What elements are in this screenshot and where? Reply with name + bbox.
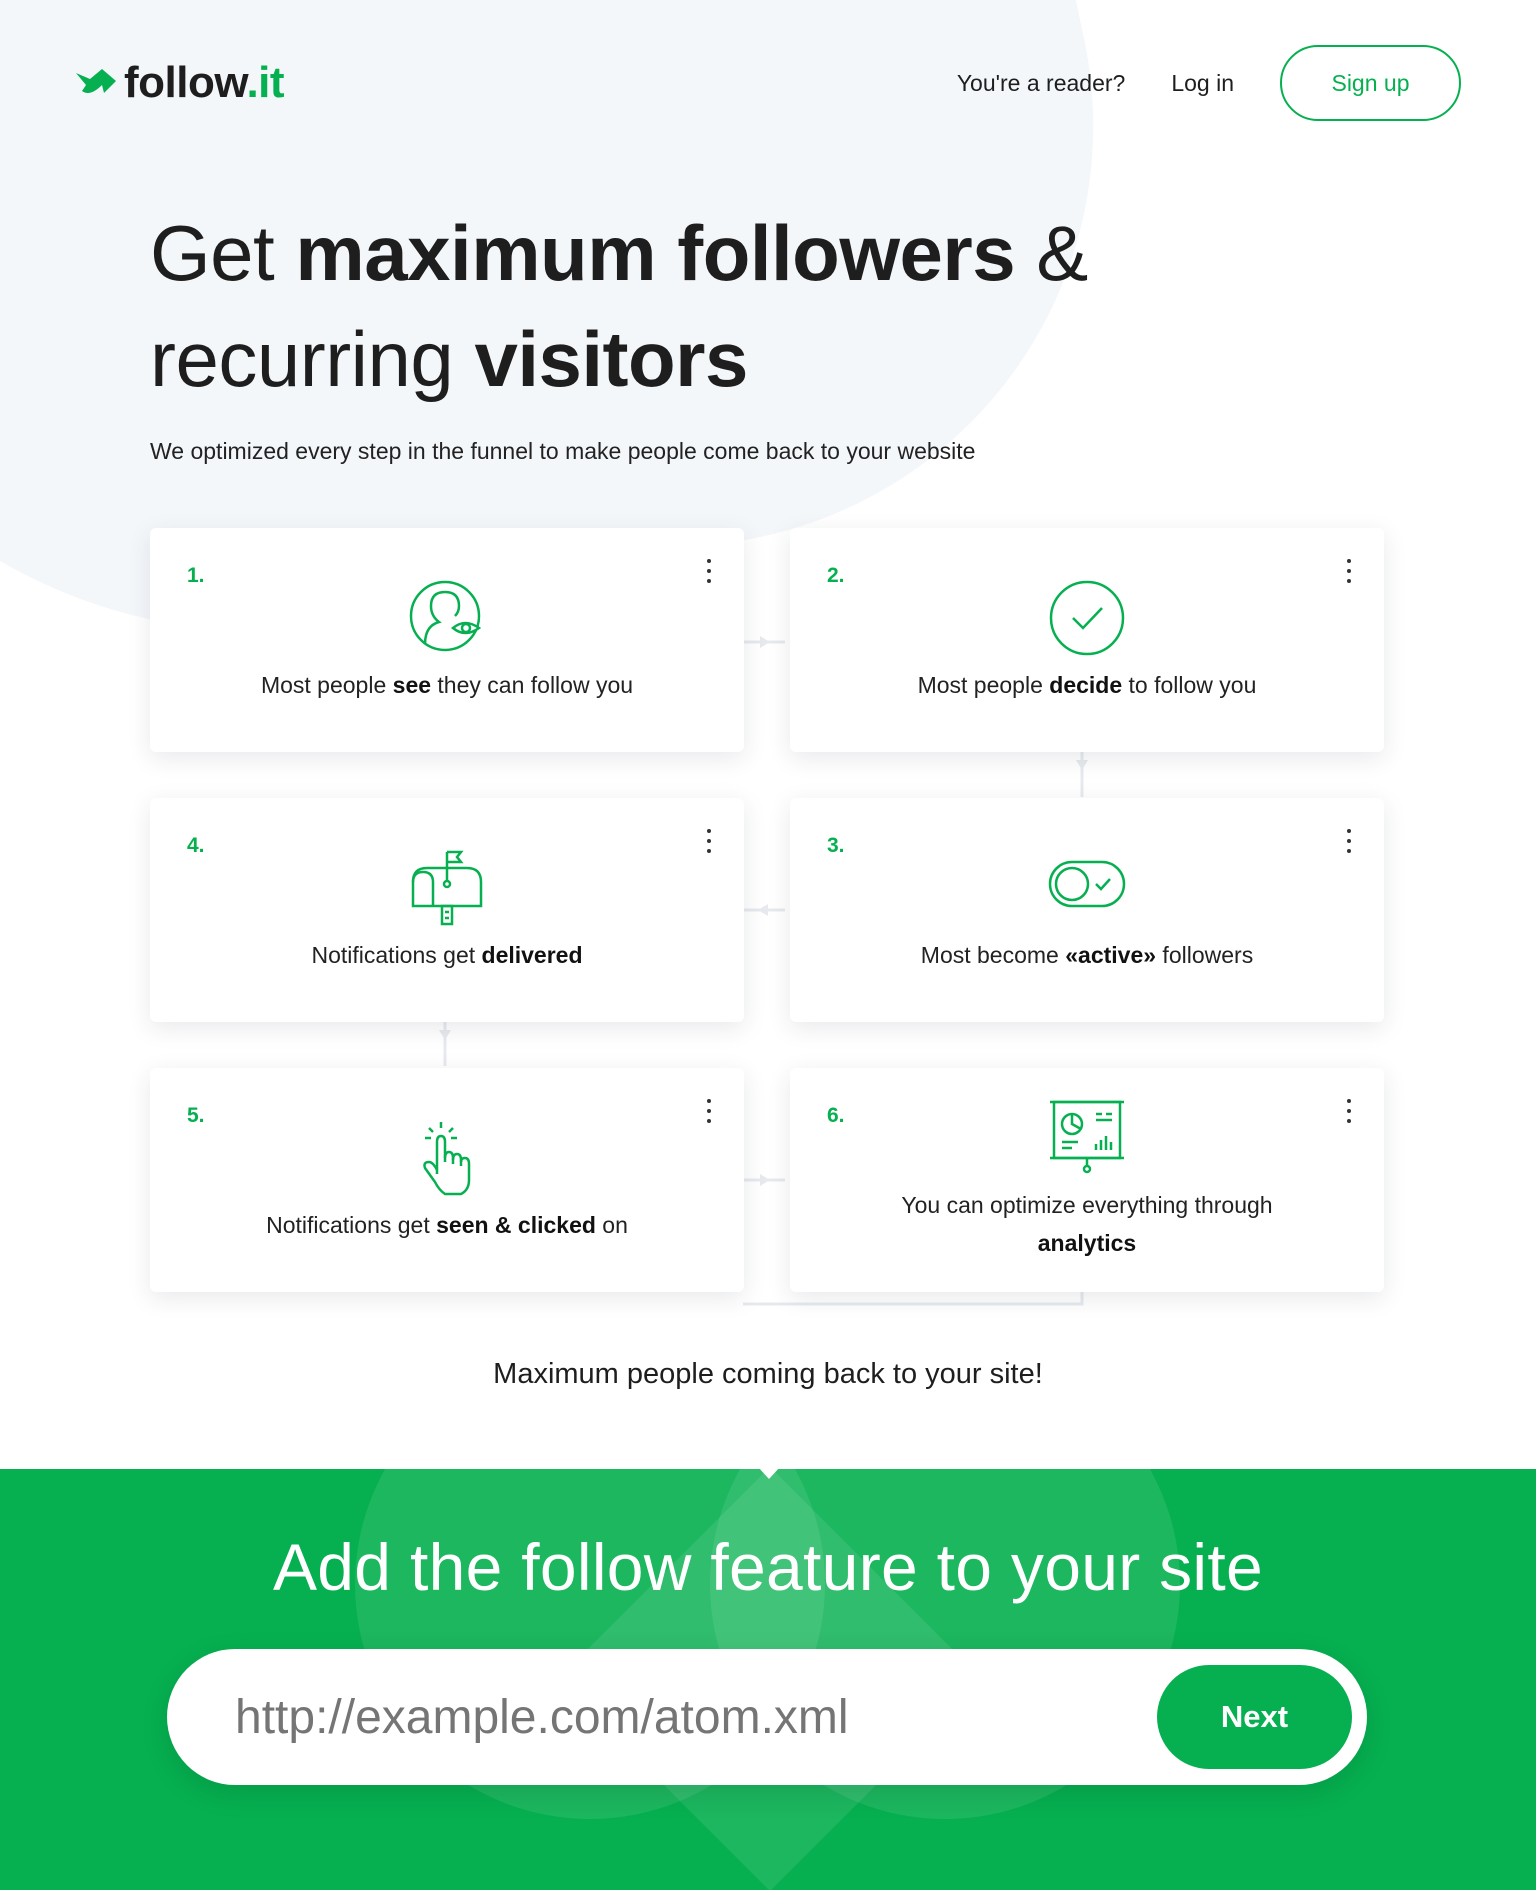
logo-arrow-icon: [76, 69, 116, 93]
hero: Get maximum followers & recurring visito…: [150, 200, 1088, 412]
logo[interactable]: follow.it: [74, 58, 285, 108]
step-card-5: 5. Notifications get seen & clicked on: [150, 1068, 744, 1292]
mailbox-icon: [411, 850, 483, 926]
feed-url-input[interactable]: [235, 1679, 1055, 1755]
step-text: Most people decide to follow you: [917, 672, 1257, 698]
cta-section: Add the follow feature to your site Next: [0, 1469, 1536, 1890]
logo-text: follow.it: [124, 58, 285, 107]
step-text: Most become «active» followers: [920, 942, 1254, 968]
step-number: 6.: [827, 1104, 845, 1127]
cta-heading: Add the follow feature to your site: [272, 1530, 1264, 1604]
more-menu-icon[interactable]: [704, 1096, 714, 1126]
more-menu-icon[interactable]: [1344, 826, 1354, 856]
step-card-3: 3. Most become «active» followers: [790, 798, 1384, 1022]
more-menu-icon[interactable]: [1344, 1096, 1354, 1126]
section-notch: [758, 1469, 780, 1479]
step-card-2: 2. Most people decide to follow you: [790, 528, 1384, 752]
hero-heading: Get maximum followers & recurring visito…: [150, 209, 1088, 403]
pointer-hand-icon: [423, 1122, 471, 1196]
step-card-1: 1. Most people see they can follow you: [150, 528, 744, 752]
header: follow.it You're a reader? Log in Sign u…: [0, 0, 1536, 166]
more-menu-icon[interactable]: [704, 556, 714, 586]
check-circle-icon: [1049, 580, 1125, 656]
tagline: Maximum people coming back to your site!: [493, 1358, 1043, 1390]
analytics-board-icon: [1050, 1100, 1124, 1174]
step-text: Notifications get delivered: [311, 942, 583, 968]
reader-link[interactable]: You're a reader?: [957, 70, 1126, 97]
step-text: Notifications get seen & clicked on: [266, 1212, 628, 1238]
step-text: Most people see they can follow you: [260, 672, 634, 698]
toggle-check-icon: [1048, 860, 1126, 908]
step-number: 2.: [827, 564, 845, 587]
more-menu-icon[interactable]: [704, 826, 714, 856]
step-number: 1.: [187, 564, 205, 587]
top-nav: You're a reader? Log in Sign up: [957, 45, 1536, 121]
step-number: 3.: [827, 834, 845, 857]
step-text: You can optimize everything through analy…: [901, 1192, 1273, 1256]
hero-subtitle: We optimized every step in the funnel to…: [150, 438, 976, 464]
signup-button[interactable]: Sign up: [1280, 45, 1461, 121]
person-eye-icon: [409, 580, 482, 652]
feed-url-form: Next: [167, 1649, 1367, 1785]
step-card-6: 6. You can optimize everything through an…: [790, 1068, 1384, 1292]
step-card-4: 4. Notifications get delivered: [150, 798, 744, 1022]
more-menu-icon[interactable]: [1344, 556, 1354, 586]
step-number: 5.: [187, 1104, 205, 1127]
login-link[interactable]: Log in: [1171, 70, 1234, 97]
next-button[interactable]: Next: [1157, 1665, 1352, 1769]
step-number: 4.: [187, 834, 205, 857]
